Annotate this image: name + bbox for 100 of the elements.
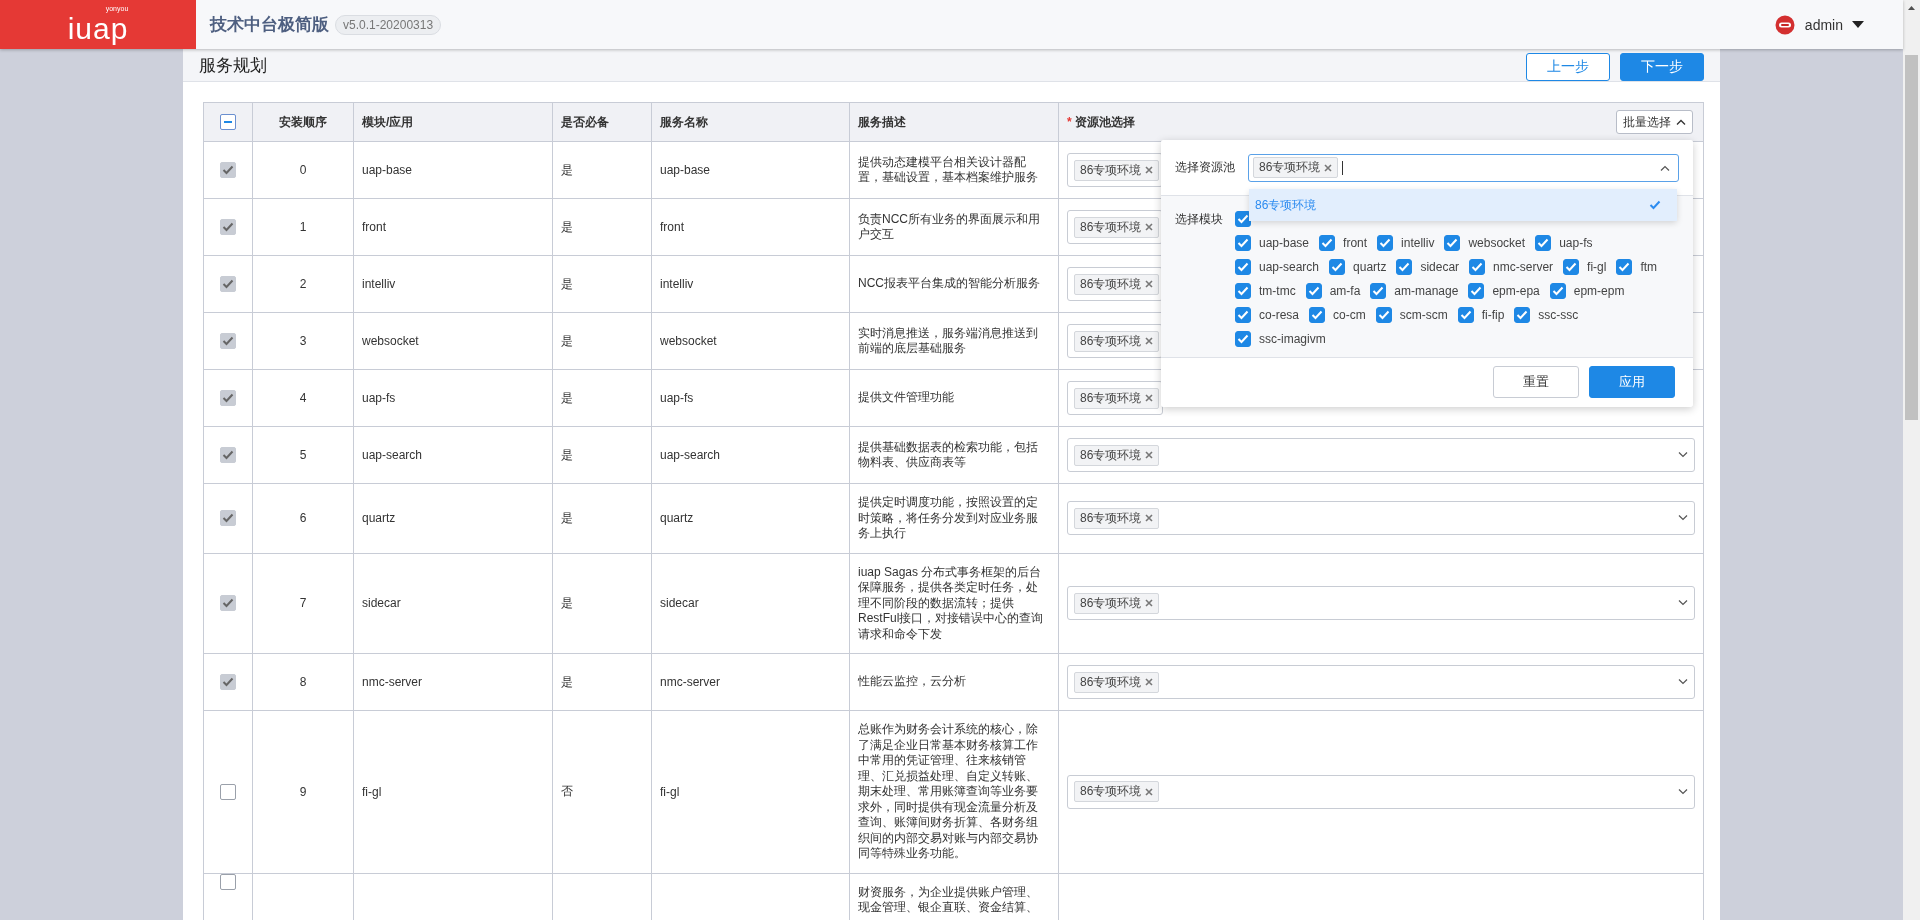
table-cell: 是 [561, 674, 573, 689]
module-checkbox[interactable] [1305, 282, 1322, 299]
description-cell-text: NCC报表平台集成的智能分析服务 [858, 276, 1041, 292]
pool-tag: 86专项环境 [1074, 507, 1160, 529]
module-checkbox[interactable] [1469, 258, 1486, 275]
close-icon[interactable] [1324, 163, 1333, 172]
table-cell: 7 [299, 596, 307, 611]
module-checkbox[interactable] [1329, 258, 1346, 275]
module-label-text: quartz [1353, 259, 1387, 274]
table-cell: uap-search [660, 448, 721, 462]
description-cell-text: 提供定时调度功能，按照设置的定时策略，将任务分发到对应业务服务上执行 [858, 495, 1039, 542]
table-cell: uap-search [362, 448, 423, 462]
module-checkbox[interactable] [1549, 282, 1566, 299]
pool-select-field[interactable]: 86专项环境 [1248, 153, 1679, 182]
avatar-icon[interactable] [1774, 14, 1795, 35]
column-header: 安装顺序 [279, 114, 327, 129]
module-label-text: am-fa [1329, 283, 1361, 298]
table-cell: 4 [299, 391, 307, 405]
module-checkbox[interactable] [1535, 234, 1552, 251]
column-header: 服务名称 [660, 114, 708, 129]
table-cell: 是 [561, 219, 573, 234]
batch-select-button[interactable]: 批量选择 [1616, 110, 1693, 134]
table-cell: front [362, 220, 386, 234]
module-checkbox[interactable] [1235, 210, 1251, 227]
table-cell: 是 [561, 276, 573, 291]
description-cell-text: 实时消息推送，服务端消息推送到前端的底层基础服务 [858, 325, 1039, 357]
module-label-text: fi-fip [1481, 307, 1505, 322]
table-cell: 8 [299, 675, 307, 689]
table-cell: websocket [362, 334, 419, 348]
module-label: 选择模块 [1175, 211, 1224, 228]
module-checkbox[interactable] [1235, 258, 1251, 275]
table-cell: 是 [561, 595, 573, 610]
version-badge: v5.0.1-20200313 [335, 14, 442, 35]
table-cell: 2 [299, 277, 307, 291]
step-button[interactable]: 下一步 [1620, 53, 1704, 81]
table-cell: uap-fs [660, 391, 694, 405]
column-header: 模块/应用 [362, 114, 414, 129]
module-label-text: front [1343, 235, 1368, 250]
required-mark: * [1067, 114, 1072, 129]
module-label-text: intelliv [1401, 235, 1435, 250]
module-checkbox[interactable] [1563, 258, 1580, 275]
caret-icon[interactable] [1852, 20, 1864, 29]
module-label-text: websocket [1468, 235, 1526, 250]
table-cell: nmc-server [362, 675, 422, 689]
row-checkbox[interactable] [220, 783, 236, 800]
module-checkbox[interactable] [1457, 306, 1474, 323]
module-checkbox[interactable] [1235, 234, 1251, 251]
check-icon [1649, 200, 1661, 210]
chevron-down-icon [1678, 452, 1688, 458]
pool-tag: 86专项环境 [1074, 216, 1160, 238]
module-checkbox[interactable] [1377, 234, 1394, 251]
scrollbar[interactable] [1903, 0, 1920, 920]
module-label-text: epm-epa [1492, 283, 1540, 298]
module-checkbox[interactable] [1375, 306, 1392, 323]
module-checkbox[interactable] [1235, 330, 1251, 347]
column-header: 资源池选择 [1075, 114, 1135, 129]
module-checkbox[interactable] [1514, 306, 1531, 323]
select-all-checkbox[interactable] [220, 114, 236, 130]
popup-button[interactable]: 重置 [1493, 366, 1579, 398]
chevron-up-icon [1660, 164, 1670, 171]
module-checkbox[interactable] [1468, 282, 1485, 299]
description-cell-text: 负责NCC所有业务的界面展示和用户交互 [858, 211, 1041, 243]
module-checkbox[interactable] [1396, 258, 1413, 275]
module-checkbox[interactable] [1235, 306, 1251, 323]
close-icon[interactable] [1145, 787, 1154, 796]
pool-tag: 86专项环境 [1074, 592, 1160, 614]
module-checkbox[interactable] [1616, 258, 1633, 275]
table-cell: uap-base [362, 163, 413, 177]
module-label-text: am-manage [1394, 283, 1459, 298]
table-cell: intelliv [660, 277, 694, 291]
chevron-down-icon [1678, 600, 1688, 607]
step-button[interactable]: 上一步 [1526, 53, 1610, 81]
table-cell: nmc-server [660, 675, 720, 689]
user-name[interactable]: admin [1804, 16, 1843, 33]
table-cell: sidecar [660, 596, 699, 611]
module-label-text: uap-search [1259, 259, 1320, 274]
module-label-text: tm-tmc [1259, 283, 1296, 298]
pool-tag: 86专项环境 [1074, 159, 1160, 181]
description-cell-text: 性能云监控，云分析 [858, 674, 967, 690]
module-checkbox[interactable] [1370, 282, 1387, 299]
module-checkbox[interactable] [1319, 234, 1336, 251]
module-label-text: co-resa [1259, 307, 1299, 322]
table-cell: uap-fs [362, 391, 396, 405]
module-label-text: co-cm [1333, 307, 1366, 322]
table-cell: 是 [561, 162, 573, 177]
pool-tag: 86专项环境 [1074, 671, 1160, 693]
pool-select[interactable]: 86专项环境 [1067, 774, 1695, 809]
module-checkbox[interactable] [1444, 234, 1461, 251]
module-label-text: epm-epm [1573, 283, 1625, 298]
table-cell: quartz [660, 511, 694, 526]
popup-button[interactable]: 应用 [1589, 366, 1675, 398]
module-checkbox[interactable] [1309, 306, 1325, 323]
pool-tag: 86专项环境 [1074, 781, 1160, 803]
module-checkbox[interactable] [1235, 282, 1251, 299]
module-label-text: ftm [1640, 259, 1658, 274]
chevron-icon [1676, 119, 1686, 125]
table-cell: quartz [362, 511, 396, 526]
table-cell: 6 [299, 511, 307, 526]
logo-text: iuap [67, 12, 129, 45]
pool-tag: 86专项环境 [1253, 157, 1339, 178]
